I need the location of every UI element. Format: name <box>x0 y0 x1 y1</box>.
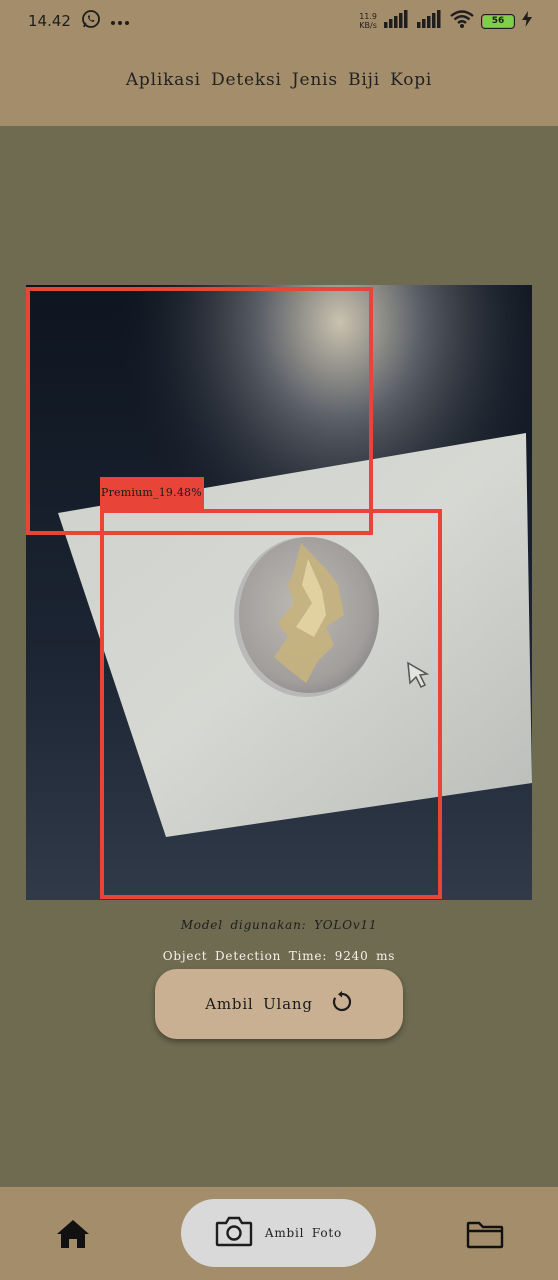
nav-home[interactable] <box>56 1218 90 1250</box>
nav-take-photo-label: Ambil Foto <box>264 1226 343 1240</box>
wifi-icon <box>450 10 474 32</box>
charging-icon <box>522 11 532 31</box>
signal-icon <box>384 10 410 32</box>
signal-icon-2 <box>417 10 443 32</box>
page-title: Aplikasi Deteksi Jenis Biji Kopi <box>125 70 433 90</box>
camera-icon <box>215 1215 253 1251</box>
detection-image: Premium_19.48% <box>26 285 532 900</box>
nav-folder[interactable] <box>466 1218 504 1250</box>
status-bar: 14.42 11.9 KB/s 56 <box>0 0 558 42</box>
nav-take-photo[interactable]: Ambil Foto <box>181 1199 376 1267</box>
retake-button[interactable]: Ambil Ulang <box>155 969 403 1039</box>
home-icon <box>56 1220 90 1254</box>
battery-icon: 56 <box>481 13 515 29</box>
folder-icon <box>466 1221 504 1254</box>
status-time: 14.42 <box>28 12 71 30</box>
detection-time: Object Detection Time: 9240 ms <box>162 949 396 963</box>
refresh-icon <box>331 991 353 1017</box>
detection-box <box>100 509 442 899</box>
model-info: Model digunakan: YOLOv11 <box>180 918 378 932</box>
app-header: 14.42 11.9 KB/s 56 Aplikasi Deteksi Jeni… <box>0 0 558 126</box>
detection-label: Premium_19.48% <box>100 477 204 511</box>
network-speed: 11.9 KB/s <box>359 12 377 30</box>
retake-label: Ambil Ulang <box>205 995 313 1013</box>
more-icon <box>110 12 129 30</box>
whatsapp-icon <box>81 9 101 33</box>
bottom-nav: Ambil Foto <box>0 1187 558 1280</box>
